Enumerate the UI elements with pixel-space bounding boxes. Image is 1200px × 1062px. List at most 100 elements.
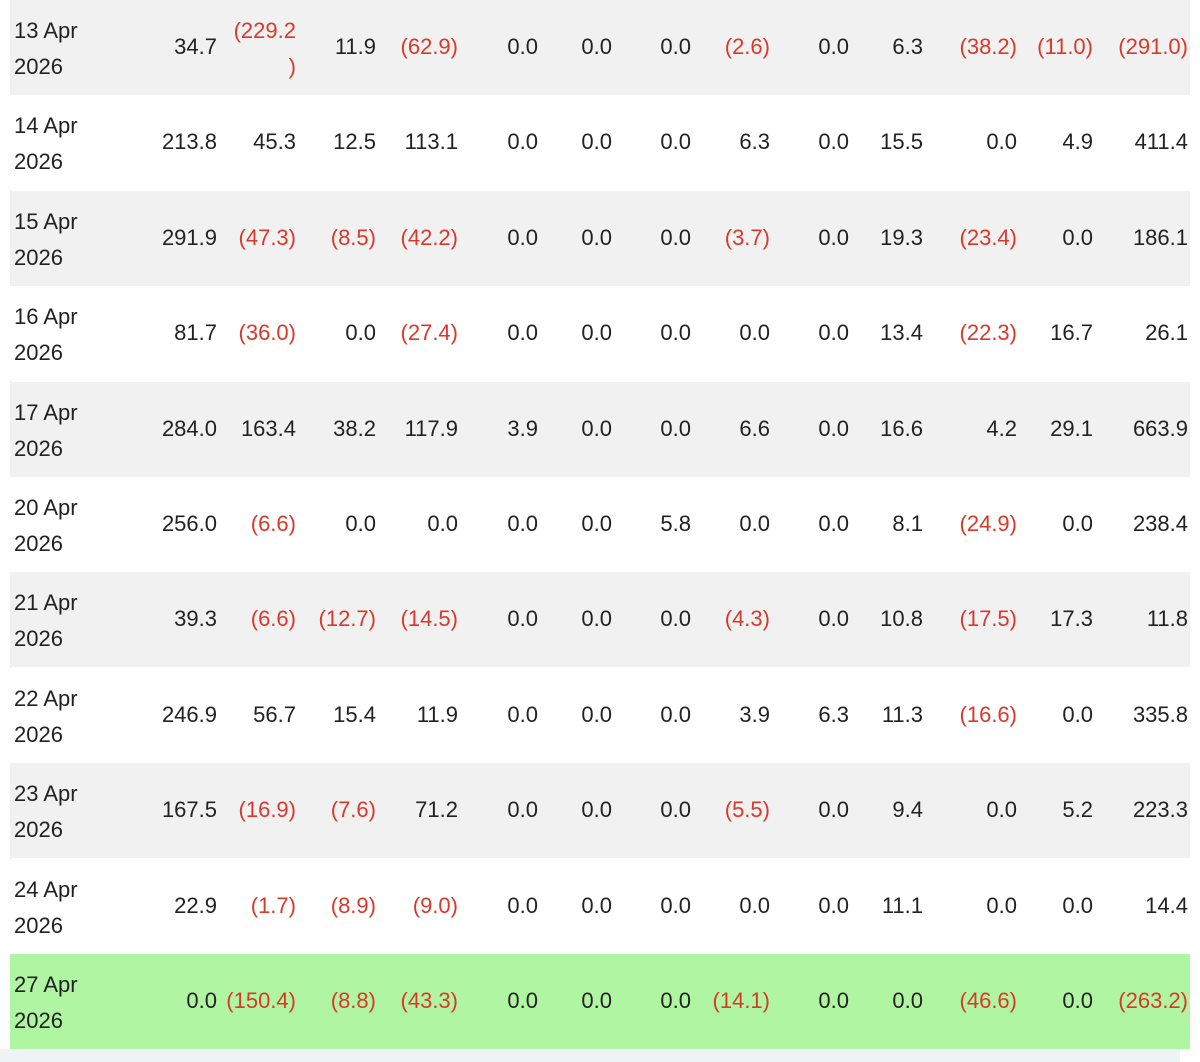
value-cell: (22.3)	[959, 320, 1017, 345]
date-year: 2026	[14, 722, 63, 747]
value-cell: (291.0)	[1118, 34, 1188, 59]
value-cell: (150.4)	[226, 988, 296, 1013]
value-cell: 0.0	[986, 129, 1017, 154]
table-row: 27 Apr 2026 0.0 (150.4) (8.8) (43.3) 0.0 0.0 0.0…	[10, 954, 1190, 1049]
value-cell: 0.0	[1062, 702, 1093, 727]
value-cell: 15.4	[333, 702, 376, 727]
table-footer-strip	[0, 1049, 1180, 1062]
value-cell: 0.0	[739, 511, 770, 536]
value-cell: (4.3)	[724, 606, 770, 631]
value-cell: 0.0	[427, 511, 458, 536]
date-day-month: 21 Apr	[14, 590, 78, 615]
value-cell: (23.4)	[959, 225, 1017, 250]
value-cell: (17.5)	[959, 606, 1017, 631]
value-cell: 213.8	[161, 129, 217, 154]
value-cell: 0.0	[507, 988, 538, 1013]
value-cell: 0.0	[660, 320, 691, 345]
value-cell: 335.8	[1132, 702, 1188, 727]
value-cell: 6.3	[818, 702, 849, 727]
value-cell: (16.9)	[238, 797, 296, 822]
value-cell: (62.9)	[400, 34, 458, 59]
value-cell: (6.6)	[250, 511, 296, 536]
value-cell: (14.1)	[712, 988, 770, 1013]
value-cell: 0.0	[660, 606, 691, 631]
value-cell: 167.5	[161, 797, 217, 822]
value-cell: 0.0	[892, 988, 923, 1013]
value-cell: (43.3)	[400, 988, 458, 1013]
value-cell: 81.7	[174, 320, 217, 345]
date-day-month: 24 Apr	[14, 877, 78, 902]
table-row: 24 Apr 2026 22.9 (1.7) (8.9) (9.0) 0.0 0.0 0.0 0.…	[10, 859, 1190, 954]
value-cell: 291.9	[161, 225, 217, 250]
date-year: 2026	[14, 817, 63, 842]
value-cell: 0.0	[739, 893, 770, 918]
value-cell: (16.6)	[959, 702, 1017, 727]
value-cell: 0.0	[581, 702, 612, 727]
date-year: 2026	[14, 626, 63, 651]
value-cell: 17.3	[1050, 606, 1093, 631]
value-cell: 0.0	[1062, 893, 1093, 918]
value-cell: 0.0	[818, 34, 849, 59]
date-cell: 20 Apr 2026	[14, 490, 124, 562]
value-cell: 0.0	[507, 511, 538, 536]
date-cell: 22 Apr 2026	[14, 681, 124, 753]
value-cell: 0.0	[818, 988, 849, 1013]
value-cell: (14.5)	[400, 606, 458, 631]
value-cell: 12.5	[333, 129, 376, 154]
value-cell: (8.9)	[330, 893, 376, 918]
value-cell: 13.4	[880, 320, 923, 345]
value-cell: 663.9	[1132, 416, 1188, 441]
date-cell: 21 Apr 2026	[14, 585, 124, 657]
date-cell: 13 Apr 2026	[14, 13, 124, 85]
value-cell: 45.3	[253, 129, 296, 154]
value-cell: 11.9	[416, 702, 458, 727]
value-cell: 0.0	[818, 225, 849, 250]
table-row: 13 Apr 2026 34.7 (229.2 ) 11.9 (62.9) 0.0 0.0 0.…	[10, 0, 1190, 95]
value-cell: 0.0	[345, 320, 376, 345]
value-cell: 0.0	[507, 129, 538, 154]
value-cell: 0.0	[818, 320, 849, 345]
value-cell: (11.0)	[1037, 34, 1093, 59]
value-cell: 10.8	[880, 606, 923, 631]
date-cell: 17 Apr 2026	[14, 395, 124, 467]
value-cell: 113.1	[404, 129, 458, 154]
value-cell: (24.9)	[959, 511, 1017, 536]
value-cell: 0.0	[581, 129, 612, 154]
date-cell: 16 Apr 2026	[14, 299, 124, 371]
table-row: 14 Apr 2026 213.8 45.3 12.5 113.1 0.0 0.0 0.0 6.3…	[10, 95, 1190, 190]
value-cell: 117.9	[404, 416, 458, 441]
value-cell: (27.4)	[400, 320, 458, 345]
date-year: 2026	[14, 913, 63, 938]
value-cell: 6.3	[892, 34, 923, 59]
table-row: 15 Apr 2026 291.9 (47.3) (8.5) (42.2) 0.0 0.0 0.…	[10, 191, 1190, 286]
value-cell: (3.7)	[724, 225, 770, 250]
value-cell: 0.0	[507, 797, 538, 822]
value-cell: 71.2	[415, 797, 458, 822]
value-cell: 16.6	[880, 416, 923, 441]
value-cell: 16.7	[1050, 320, 1093, 345]
date-year: 2026	[14, 54, 63, 79]
value-cell: (9.0)	[412, 893, 458, 918]
value-cell: 4.2	[986, 416, 1017, 441]
date-year: 2026	[14, 340, 63, 365]
value-cell: 34.7	[174, 34, 217, 59]
value-cell: 0.0	[818, 129, 849, 154]
value-cell: 0.0	[507, 893, 538, 918]
value-cell: 0.0	[986, 893, 1017, 918]
value-cell: 0.0	[660, 34, 691, 59]
value-cell: 0.0	[660, 988, 691, 1013]
date-cell: 14 Apr 2026	[14, 108, 124, 180]
table-row: 23 Apr 2026 167.5 (16.9) (7.6) 71.2 0.0 0.0 0.0 (…	[10, 763, 1190, 858]
value-cell: (1.7)	[250, 893, 296, 918]
value-cell: 0.0	[507, 606, 538, 631]
value-cell: 186.1	[1132, 225, 1188, 250]
value-cell: (5.5)	[724, 797, 770, 822]
value-cell: 0.0	[660, 129, 691, 154]
table-row: 20 Apr 2026 256.0 (6.6) 0.0 0.0 0.0 0.0 5.8 0.0 0.…	[10, 477, 1190, 572]
value-cell: 11.9	[334, 34, 376, 59]
value-cell: 4.9	[1062, 129, 1093, 154]
value-cell: 284.0	[161, 416, 217, 441]
value-cell: 26.1	[1145, 320, 1188, 345]
value-cell: 411.4	[1134, 129, 1188, 154]
date-year: 2026	[14, 531, 63, 556]
